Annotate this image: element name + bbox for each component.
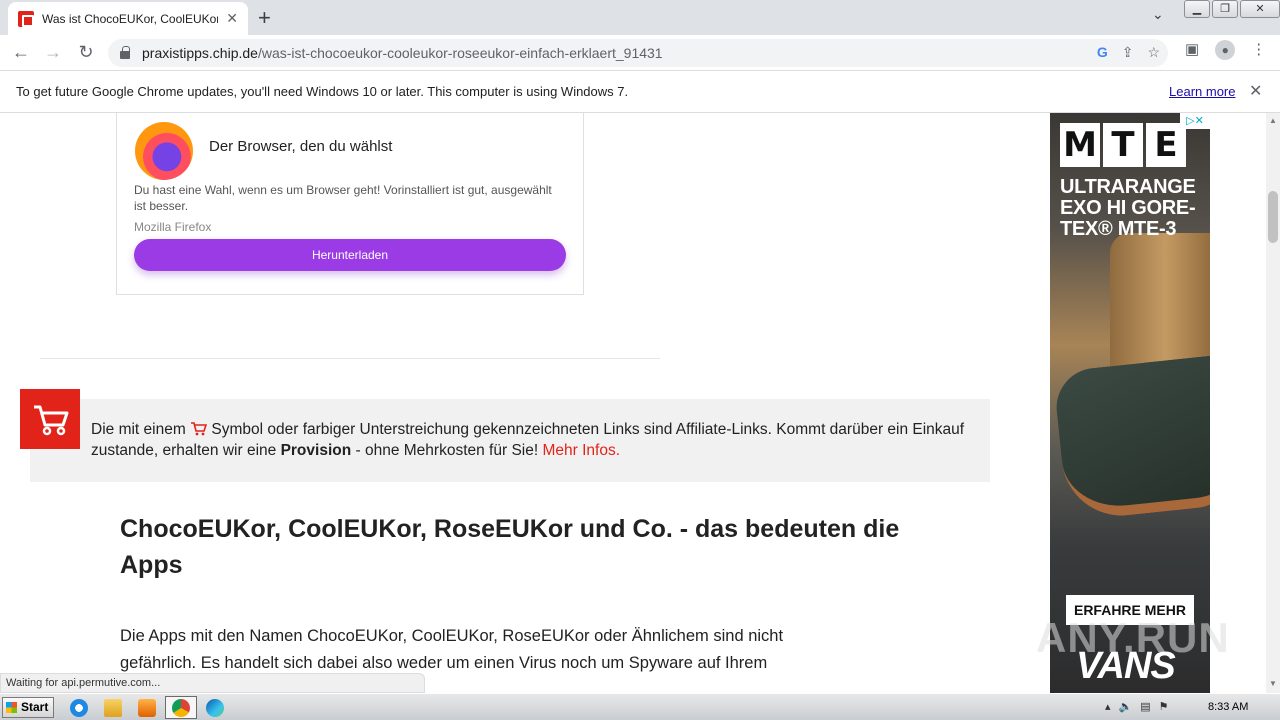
firefox-ad-card[interactable]: Der Browser, den du wählst Du hast eine … bbox=[116, 113, 584, 295]
start-button[interactable]: Start bbox=[2, 697, 54, 718]
side-panel-icon[interactable]: ▣ bbox=[1185, 40, 1199, 60]
mte-letter: M bbox=[1060, 123, 1100, 167]
share-icon[interactable]: ⇪ bbox=[1122, 44, 1134, 61]
forward-icon[interactable]: → bbox=[42, 42, 64, 63]
url-host: praxistipps.chip.de bbox=[142, 45, 258, 61]
url-path: /was-ist-chocoeukor-cooleukor-roseeukor-… bbox=[257, 45, 663, 61]
lock-icon[interactable] bbox=[120, 46, 130, 59]
tab-close-icon[interactable]: ✕ bbox=[226, 10, 238, 27]
new-tab-button[interactable]: + bbox=[258, 5, 271, 31]
back-icon[interactable]: ← bbox=[10, 42, 32, 63]
scroll-down-icon[interactable]: ▼ bbox=[1269, 679, 1277, 688]
page-scrollbar[interactable]: ▲ ▼ bbox=[1266, 113, 1280, 693]
tab-search-icon[interactable]: ⌄ bbox=[1152, 6, 1164, 23]
affiliate-text: Die mit einem Symbol oder farbiger Unter… bbox=[91, 419, 971, 461]
firefox-logo-icon bbox=[135, 122, 193, 180]
tray-arrow-icon[interactable]: ▴ bbox=[1105, 700, 1111, 713]
update-infobar: To get future Google Chrome updates, you… bbox=[0, 71, 1280, 113]
small-cart-icon bbox=[191, 422, 208, 436]
shopping-cart-icon bbox=[20, 389, 80, 449]
reload-icon[interactable]: ↻ bbox=[75, 42, 97, 63]
edge-icon[interactable] bbox=[206, 699, 224, 717]
learn-more-link[interactable]: Learn more bbox=[1169, 84, 1235, 99]
action-center-flag-icon[interactable]: ⚑ bbox=[1159, 700, 1169, 713]
loading-status: Waiting for api.permutive.com... bbox=[0, 673, 425, 693]
ad-mte-logo: M T E bbox=[1060, 123, 1186, 167]
firefox-card-heading: Der Browser, den du wählst bbox=[209, 138, 393, 155]
scrollbar-thumb[interactable] bbox=[1268, 191, 1278, 243]
download-button[interactable]: Herunterladen bbox=[134, 239, 566, 271]
tab-strip: Was ist ChocoEUKor, CoolEUKor, Ro ✕ + ⌄ … bbox=[0, 0, 1280, 35]
media-player-icon[interactable] bbox=[138, 699, 156, 717]
chrome-icon bbox=[172, 699, 190, 717]
volume-icon[interactable]: 🔈 bbox=[1119, 700, 1133, 713]
restore-button[interactable]: ❐ bbox=[1212, 0, 1238, 18]
toolbar-right: ▣ ● ⋮ bbox=[1185, 40, 1266, 60]
affiliate-text-start: Die mit einem bbox=[91, 421, 191, 438]
mte-letter: E bbox=[1146, 123, 1186, 167]
google-translate-icon[interactable]: G bbox=[1097, 44, 1108, 61]
close-window-button[interactable]: ✕ bbox=[1240, 0, 1280, 18]
divider bbox=[40, 358, 660, 359]
file-explorer-icon[interactable] bbox=[104, 699, 122, 717]
chrome-taskbar-button[interactable] bbox=[165, 696, 197, 719]
mehr-infos-link[interactable]: Mehr Infos. bbox=[542, 442, 620, 459]
menu-icon[interactable]: ⋮ bbox=[1251, 40, 1266, 60]
anyrun-watermark: ANY.RUN bbox=[1036, 614, 1230, 661]
infobar-close-icon[interactable]: ✕ bbox=[1249, 81, 1262, 101]
article-heading: ChocoEUKor, CoolEUKor, RoseEUKor und Co.… bbox=[120, 515, 900, 579]
affiliate-provision: Provision bbox=[280, 442, 352, 459]
article-paragraph: Die Apps mit den Namen ChocoEUKor, CoolE… bbox=[120, 627, 784, 672]
network-icon[interactable]: ▤ bbox=[1140, 700, 1150, 713]
internet-explorer-icon[interactable] bbox=[70, 699, 88, 717]
window-controls: ▁ ❐ ✕ bbox=[1182, 0, 1280, 20]
profile-avatar-icon[interactable]: ● bbox=[1215, 40, 1236, 60]
infobar-message: To get future Google Chrome updates, you… bbox=[16, 84, 629, 99]
address-bar[interactable]: praxistipps.chip.de/was-ist-chocoeukor-c… bbox=[108, 39, 1168, 67]
browser-tab[interactable]: Was ist ChocoEUKor, CoolEUKor, Ro ✕ bbox=[8, 2, 248, 35]
bookmark-star-icon[interactable]: ☆ bbox=[1147, 44, 1160, 61]
ad-shoe-image bbox=[1052, 354, 1210, 522]
ad-tagline: ULTRARANGE EXO HI GORE-TEX® MTE-3 bbox=[1060, 176, 1196, 240]
taskbar-clock[interactable]: 8:33 AM bbox=[1208, 701, 1248, 713]
firefox-card-description: Du hast eine Wahl, wenn es um Browser ge… bbox=[134, 183, 552, 213]
browser-toolbar: ← → ↻ praxistipps.chip.de/was-ist-chocoe… bbox=[0, 35, 1280, 71]
firefox-card-source: Mozilla Firefox bbox=[134, 220, 212, 234]
mte-letter: T bbox=[1103, 123, 1143, 167]
minimize-button[interactable]: ▁ bbox=[1184, 0, 1210, 18]
affiliate-text-end: - ohne Mehrkosten für Sie! bbox=[351, 442, 543, 459]
chip-favicon-icon bbox=[18, 10, 34, 27]
tab-title: Was ist ChocoEUKor, CoolEUKor, Ro bbox=[42, 11, 218, 26]
system-tray: ▴ 🔈 ▤ ⚑ bbox=[1105, 700, 1169, 713]
windows-taskbar: Start ▴ 🔈 ▤ ⚑ 8:33 AM bbox=[0, 693, 1280, 720]
vans-advertisement[interactable]: ▷✕ M T E ULTRARANGE EXO HI GORE-TEX® MTE… bbox=[1050, 113, 1210, 693]
scroll-up-icon[interactable]: ▲ bbox=[1269, 116, 1277, 125]
omnibox-actions: G ⇪ ☆ bbox=[1097, 44, 1160, 61]
